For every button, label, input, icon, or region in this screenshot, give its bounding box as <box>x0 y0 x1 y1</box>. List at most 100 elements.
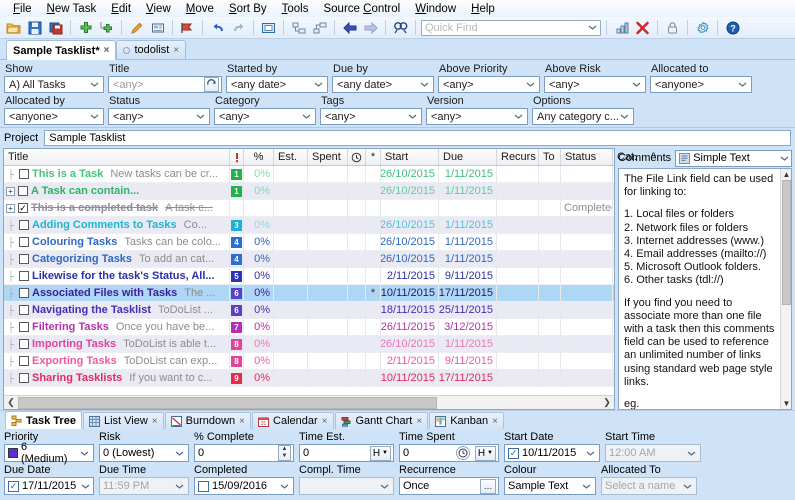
attribute-field[interactable]: Select a name <box>601 477 697 495</box>
sort-icon[interactable] <box>612 18 631 37</box>
table-row[interactable]: ├ Associated Files with Tasks The ... 6 0% * 1… <box>4 284 614 302</box>
attribute-field[interactable]: 0 (Lowest) <box>99 444 189 462</box>
date-enabled-checkbox[interactable]: ✓ <box>8 480 19 492</box>
recurrence-options-button[interactable]: ... <box>480 478 496 494</box>
open-icon[interactable] <box>4 18 23 37</box>
chevron-down-icon[interactable] <box>173 450 186 457</box>
forward-icon[interactable] <box>361 18 380 37</box>
filter-select[interactable]: <any> <box>108 108 210 125</box>
spinner-down-icon[interactable]: ▼ <box>279 453 290 460</box>
chevron-down-icon[interactable]: ▼ <box>487 450 493 456</box>
expand-collapse-icon[interactable]: + <box>6 186 15 196</box>
comments-vscrollbar[interactable]: ▲ ▼ <box>780 169 791 409</box>
chevron-down-icon[interactable] <box>780 155 789 162</box>
close-icon[interactable]: × <box>416 416 422 427</box>
close-icon[interactable]: × <box>104 45 110 56</box>
chevron-down-icon[interactable] <box>314 81 325 88</box>
attribute-field[interactable]: 11:59 PM <box>99 477 189 495</box>
scroll-right-icon[interactable]: ❯ <box>600 397 614 408</box>
table-row[interactable]: ├ Importing Tasks ToDoList is able t... 8 0%… <box>4 335 614 353</box>
task-done-checkbox[interactable] <box>19 254 29 264</box>
view-tab-kanban[interactable]: Kanban × <box>429 412 504 429</box>
chevron-down-icon[interactable] <box>681 483 694 490</box>
close-icon[interactable]: × <box>152 416 158 427</box>
file-tab-1[interactable]: Sample Tasklist* × <box>6 40 117 60</box>
menu-item-move[interactable]: Move <box>179 2 221 16</box>
menu-item-view[interactable]: View <box>139 2 178 16</box>
attribute-field[interactable]: 12:00 AM <box>605 444 701 462</box>
filter-select[interactable]: Any category c... <box>532 108 634 125</box>
attribute-field[interactable]: 15/09/2016 <box>194 477 294 495</box>
view-tab-calendar[interactable]: 31 Calendar × <box>252 412 334 429</box>
view-tab-task-tree[interactable]: Task Tree <box>5 411 82 429</box>
close-icon[interactable]: × <box>322 416 328 427</box>
spinner-up-icon[interactable]: ▲ <box>279 446 290 453</box>
menu-item-source-control[interactable]: Source Control <box>316 2 407 16</box>
refresh-filter-icon[interactable] <box>204 77 219 92</box>
table-row[interactable]: + ✓ This is a completed task A task c... Com… <box>4 199 614 217</box>
edit-task-icon[interactable] <box>127 18 146 37</box>
column-header-start[interactable]: Start <box>381 149 439 165</box>
scroll-up-icon[interactable]: ▲ <box>781 170 792 179</box>
table-row[interactable]: ├ Navigating the Tasklist ToDoList ... 6 0% 1… <box>4 301 614 319</box>
time-unit-select[interactable]: H ▼ <box>474 445 496 461</box>
comments-text[interactable]: The File Link field can be used for link… <box>619 169 780 409</box>
attribute-field[interactable]: 0 ▲ ▼ <box>194 444 294 462</box>
chevron-down-icon[interactable] <box>420 81 431 88</box>
chevron-down-icon[interactable] <box>514 113 525 120</box>
attribute-field[interactable]: Once... <box>399 477 499 495</box>
file-tab-2[interactable]: todolist × <box>116 40 187 59</box>
expand-all-icon[interactable] <box>289 18 308 37</box>
comments-scroll-thumb[interactable] <box>782 180 791 305</box>
chevron-down-icon[interactable] <box>408 113 419 120</box>
view-tab-gantt-chart[interactable]: Gantt Chart × <box>334 412 429 429</box>
chevron-down-icon[interactable] <box>584 450 597 457</box>
redo-icon[interactable] <box>229 18 248 37</box>
scroll-left-icon[interactable]: ❮ <box>4 397 18 408</box>
column-header-status[interactable]: Status <box>561 149 613 165</box>
table-row[interactable]: ├ Adding Comments to Tasks Co... 3 0% 26/10/2… <box>4 216 614 234</box>
quick-find-input[interactable]: Quick Find <box>421 19 601 36</box>
attribute-field[interactable]: 6 (Medium) <box>4 441 94 465</box>
table-row[interactable]: ├ This is a Task New tasks can be cr... 1 0%… <box>4 166 614 183</box>
help-icon[interactable]: ? <box>723 18 742 37</box>
chevron-down-icon[interactable] <box>278 483 291 490</box>
save-icon[interactable] <box>25 18 44 37</box>
flag-icon[interactable] <box>178 18 197 37</box>
task-done-checkbox[interactable] <box>18 186 28 196</box>
menu-item-tools[interactable]: Tools <box>275 2 316 16</box>
fullscreen-icon[interactable] <box>259 18 278 37</box>
filter-input[interactable]: <any> <box>108 76 222 93</box>
chevron-down-icon[interactable]: ▼ <box>382 450 388 456</box>
time-unit-select[interactable]: H ▼ <box>369 445 391 461</box>
table-row[interactable]: ├ Colouring Tasks Tasks can be colo... 4 0% 2… <box>4 233 614 251</box>
task-done-checkbox[interactable] <box>19 169 29 179</box>
filter-select[interactable]: <any> <box>438 76 540 93</box>
task-done-checkbox[interactable] <box>19 305 29 315</box>
column-header-pct[interactable]: % <box>244 149 274 165</box>
attribute-field[interactable]: Sample Text <box>504 477 596 495</box>
chevron-down-icon[interactable] <box>302 113 313 120</box>
task-done-checkbox[interactable] <box>19 322 29 332</box>
menu-item-sort-by[interactable]: Sort By <box>222 2 274 16</box>
new-subtask-icon[interactable] <box>97 18 116 37</box>
delete-icon[interactable] <box>633 18 652 37</box>
view-tab-burndown[interactable]: Burndown × <box>164 412 252 429</box>
column-header-title[interactable]: Title <box>4 149 230 165</box>
chevron-down-icon[interactable] <box>620 113 631 120</box>
chevron-down-icon[interactable] <box>173 483 186 490</box>
table-row[interactable]: + A Task can contain... 1 0% 26/10/2015 1/11/… <box>4 182 614 200</box>
comments-format-select[interactable]: Simple Text <box>675 149 792 167</box>
project-name-input[interactable]: Sample Tasklist <box>44 130 791 146</box>
chevron-down-icon[interactable] <box>588 24 597 31</box>
spinner-control[interactable]: ▲ ▼ <box>278 445 291 461</box>
chevron-down-icon[interactable] <box>90 81 101 88</box>
scroll-down-icon[interactable]: ▼ <box>781 399 792 408</box>
menu-item-file[interactable]: File <box>6 2 39 16</box>
expand-collapse-icon[interactable]: + <box>6 203 15 213</box>
filter-select[interactable]: A) All Tasks <box>4 76 104 93</box>
menu-item-help[interactable]: Help <box>464 2 502 16</box>
column-header-to[interactable]: To <box>539 149 561 165</box>
new-task-icon[interactable] <box>76 18 95 37</box>
column-header-est[interactable]: Est. <box>274 149 308 165</box>
